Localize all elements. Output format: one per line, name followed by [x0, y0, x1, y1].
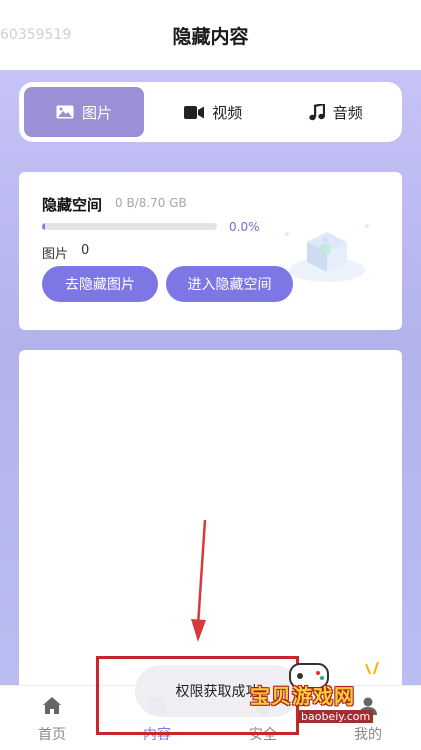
media-tab-bar: 图片 视频 音频 [19, 82, 402, 142]
watermark-site-url: baobeiy.com [298, 710, 374, 723]
hidden-space-card: 隐藏空间 0 B/8.70 GB 0.0% 图片 0 去隐藏图片 进入隐藏空间 [19, 172, 402, 330]
tab-videos[interactable]: 视频 [152, 87, 275, 137]
music-icon [309, 103, 325, 121]
storage-progress-fill [42, 223, 45, 230]
storage-usage: 0 B/8.70 GB [115, 196, 187, 210]
nav-label-home: 首页 [38, 727, 66, 743]
item-count-value: 0 [81, 243, 90, 258]
tab-images[interactable]: 图片 [24, 87, 144, 137]
header-bar: 60359519 隐藏内容 [0, 0, 421, 70]
video-icon [184, 105, 205, 119]
home-icon [40, 694, 64, 718]
image-list-area [19, 350, 402, 690]
tab-label: 视频 [212, 103, 243, 122]
tab-label: 图片 [81, 103, 112, 122]
vault-cube-illustration [275, 212, 385, 287]
hidden-space-title: 隐藏空间 [42, 196, 103, 214]
item-count-label: 图片 [42, 247, 69, 262]
hide-images-button[interactable]: 去隐藏图片 [42, 266, 158, 302]
tab-audio[interactable]: 音频 [275, 87, 398, 137]
enter-hidden-space-button[interactable]: 进入隐藏空间 [166, 266, 293, 302]
nav-item-home[interactable]: 首页 [12, 686, 92, 750]
storage-progress-bar [42, 223, 217, 230]
watermark-site-name: 宝贝游戏网 [250, 684, 355, 708]
page-title: 隐藏内容 [172, 26, 249, 48]
tab-label: 音频 [332, 103, 363, 122]
storage-percent: 0.0% [229, 220, 260, 234]
image-icon [56, 105, 74, 119]
site-watermark-logo: 宝贝游戏网 baobeiy.com [246, 660, 418, 730]
